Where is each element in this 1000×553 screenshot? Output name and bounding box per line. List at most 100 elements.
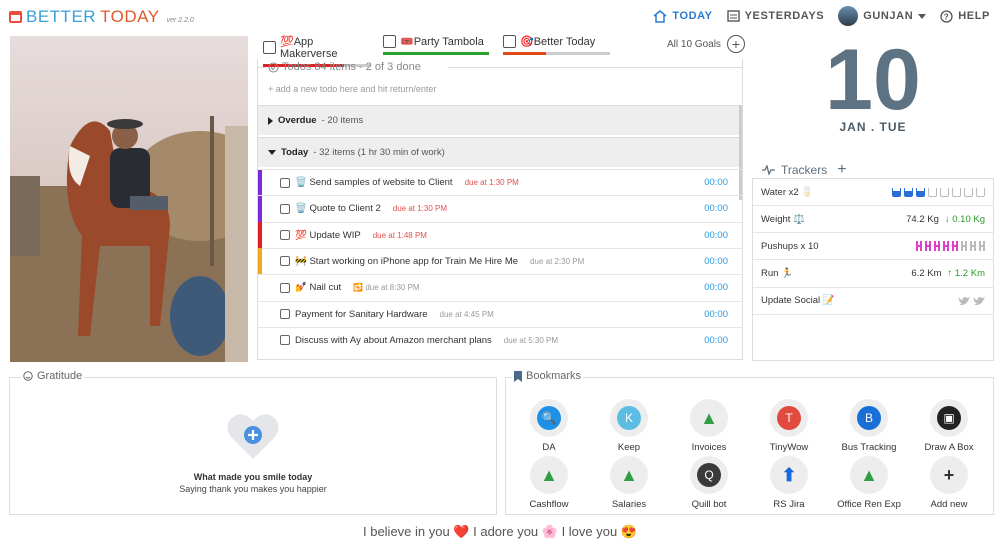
help-icon: ? [940, 9, 953, 23]
bookmark-icon[interactable]: ▲ [610, 456, 648, 494]
todo-checkbox[interactable] [280, 230, 290, 241]
date-month-weekday: JAN . TUE [839, 120, 907, 134]
bookmark-item[interactable]: ▲ Salaries [589, 456, 669, 510]
bookmark-item[interactable]: + Add new [909, 456, 989, 510]
bookmark-icon[interactable]: ⬆ [770, 456, 808, 494]
goal-checkbox[interactable] [383, 35, 396, 48]
add-goal-icon[interactable]: + [726, 35, 745, 53]
todo-timer[interactable]: 00:00 [704, 203, 728, 214]
dumbbell-icon[interactable] [916, 241, 922, 252]
goal-item[interactable]: 🎟️Party Tambola [383, 35, 489, 55]
bookmark-item[interactable]: Q Quill bot [669, 456, 749, 510]
bookmark-icon[interactable]: ▣ [930, 399, 968, 437]
todo-checkbox[interactable] [280, 282, 290, 293]
dumbbell-icon[interactable] [943, 241, 949, 252]
todo-checkbox[interactable] [280, 335, 290, 346]
nav-help[interactable]: ? HELP [940, 9, 990, 23]
today-count: - 32 items (1 hr 30 min of work) [313, 147, 445, 158]
todo-checkbox[interactable] [280, 256, 290, 267]
water-cup-icon[interactable] [976, 187, 985, 197]
bookmark-icon[interactable]: B [850, 399, 888, 437]
gratitude-title: Gratitude [37, 370, 83, 382]
goal-checkbox[interactable] [263, 41, 276, 54]
todo-timer[interactable]: 00:00 [704, 282, 728, 293]
dumbbell-icon[interactable] [979, 241, 985, 252]
todo-row[interactable]: Discuss with Ay about Amazon merchant pl… [258, 326, 742, 353]
tracker-row[interactable]: Pushups x 10 [753, 233, 993, 261]
today-section-header[interactable]: Today - 32 items (1 hr 30 min of work) [258, 137, 742, 167]
today-label: Today [281, 147, 309, 158]
bookmark-item[interactable]: ⬆ RS Jira [749, 456, 829, 510]
todo-row[interactable]: 💅 Nail cut 🔁 due at 8:30 PM 00:00 [258, 274, 742, 300]
bookmark-item[interactable]: 🔍 DA [509, 399, 589, 453]
dumbbell-icon[interactable] [925, 241, 931, 252]
brand-logo[interactable]: BETTER TODAY ver 2.2.0 [9, 7, 194, 27]
tracker-row[interactable]: Water x2 🥛 [753, 179, 993, 206]
water-cup-icon[interactable] [928, 187, 937, 197]
goal-checkbox[interactable] [503, 35, 516, 48]
nav-user-menu[interactable]: GUNJAN [838, 6, 927, 26]
todo-checkbox[interactable] [280, 309, 290, 319]
calendar-icon [9, 11, 22, 23]
bookmark-item[interactable]: T TinyWow [749, 399, 829, 453]
tracker-label: Run 🏃 [761, 268, 793, 280]
add-gratitude-icon[interactable] [227, 411, 279, 461]
todo-timer[interactable]: 00:00 [704, 230, 728, 241]
bookmark-icon[interactable]: ▲ [530, 456, 568, 494]
overdue-section-header[interactable]: Overdue - 20 items [258, 105, 742, 135]
bookmark-item[interactable]: K Keep [589, 399, 669, 453]
home-icon [653, 9, 667, 23]
bookmark-icon[interactable]: Q [690, 456, 728, 494]
tracker-row[interactable]: Run 🏃 6.2 Km ↑ 1.2 Km [753, 261, 993, 288]
todo-row[interactable]: 🚧 Start working on iPhone app for Train … [258, 247, 742, 275]
todo-due: due at 1:30 PM [464, 178, 519, 187]
bookmark-icon[interactable]: + [930, 456, 968, 494]
todo-row[interactable]: 🗑️ Quote to Client 2 due at 1:30 PM 00:0… [258, 195, 742, 222]
tracker-row[interactable]: Weight ⚖️ 74.2 Kg ↓ 0.10 Kg [753, 206, 993, 234]
water-cup-icon[interactable] [940, 187, 949, 197]
tracker-row[interactable]: Update Social 📝 [753, 288, 993, 315]
bookmark-item[interactable]: ▲ Office Ren Exp [829, 456, 909, 510]
todos-title: Todos 84 items - 2 of 3 done [282, 61, 421, 73]
bookmark-icon[interactable]: K [610, 399, 648, 437]
water-cup-icon[interactable] [952, 187, 961, 197]
nav-yesterdays[interactable]: YESTERDAYS [726, 10, 825, 22]
dumbbell-icon[interactable] [934, 241, 940, 252]
twitter-icon[interactable] [958, 296, 970, 306]
dumbbell-icon[interactable] [961, 241, 967, 252]
todo-text: 💅 Nail cut [295, 282, 342, 294]
add-tracker-icon[interactable]: + [837, 161, 846, 179]
bookmark-item[interactable]: ▣ Draw A Box [909, 399, 989, 453]
todo-timer[interactable]: 00:00 [704, 309, 728, 320]
bookmark-icon[interactable]: T [770, 399, 808, 437]
all-goals-label: All 10 Goals [667, 38, 721, 50]
todo-row[interactable]: 💯 Update WIP due at 1:48 PM 00:00 [258, 221, 742, 249]
todo-checkbox[interactable] [280, 177, 290, 188]
goal-item[interactable]: 🎯Better Today [503, 35, 610, 55]
todo-timer[interactable]: 00:00 [704, 335, 728, 346]
dumbbell-icon[interactable] [970, 241, 976, 252]
twitter-icon[interactable] [973, 296, 985, 306]
bookmark-icon[interactable]: ▲ [850, 456, 888, 494]
todo-row[interactable]: Payment for Sanitary Hardware due at 4:4… [258, 300, 742, 327]
bookmark-item[interactable]: B Bus Tracking [829, 399, 909, 453]
water-cup-icon[interactable] [964, 187, 973, 197]
all-goals-link[interactable]: All 10 Goals + [667, 35, 745, 53]
todo-text: 🗑️ Quote to Client 2 [295, 203, 381, 215]
bookmark-icon[interactable]: ▲ [690, 399, 728, 437]
bookmark-icon[interactable]: 🔍 [530, 399, 568, 437]
todo-timer[interactable]: 00:00 [704, 256, 728, 267]
nav-today[interactable]: TODAY [653, 9, 712, 23]
water-cup-icon[interactable] [892, 187, 901, 197]
todo-timer[interactable]: 00:00 [704, 177, 728, 188]
water-cup-icon[interactable] [916, 187, 925, 197]
water-cup-icon[interactable] [904, 187, 913, 197]
priority-strip [258, 222, 262, 249]
add-todo-input[interactable]: + add a new todo here and hit return/ent… [268, 84, 436, 94]
dumbbell-icon[interactable] [952, 241, 958, 252]
todo-checkbox[interactable] [280, 203, 290, 214]
todo-row[interactable]: 🗑️ Send samples of website to Client due… [258, 169, 742, 196]
todo-text: 💯 Update WIP [295, 229, 361, 241]
bookmark-item[interactable]: ▲ Invoices [669, 399, 749, 453]
bookmark-item[interactable]: ▲ Cashflow [509, 456, 589, 510]
